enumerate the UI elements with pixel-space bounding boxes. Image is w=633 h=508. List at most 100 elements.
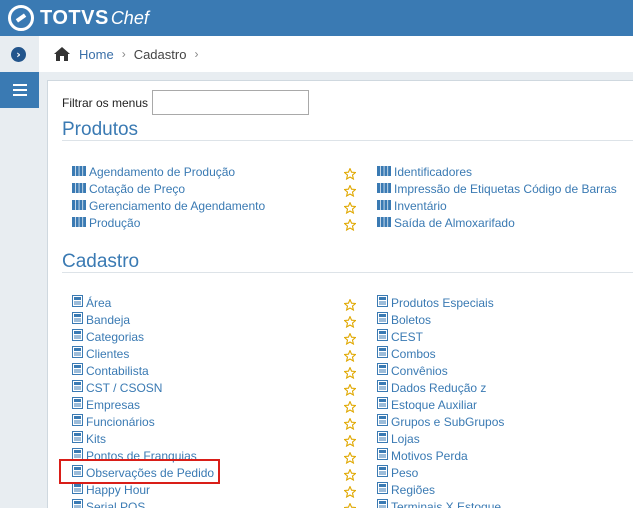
brand-bold: TOTVS xyxy=(40,6,109,29)
form-icon xyxy=(72,414,83,429)
menu-item-label: Produtos Especiais xyxy=(391,295,494,310)
favorite-star-icon[interactable] xyxy=(343,466,357,482)
menu-item-label: Contabilista xyxy=(86,363,149,378)
favorite-star-icon[interactable] xyxy=(343,347,357,363)
menu-item-cest[interactable]: CEST xyxy=(377,328,423,345)
menu-item-clientes[interactable]: Clientes xyxy=(72,345,129,362)
menu-item-label: Motivos Perda xyxy=(391,448,468,463)
menu-item-inventario[interactable]: Inventário xyxy=(377,197,447,214)
menu-item-gerenciamento-de-agendamento[interactable]: Gerenciamento de Agendamento xyxy=(72,197,265,214)
menu-item-label: Happy Hour xyxy=(86,482,151,497)
form-icon xyxy=(72,448,83,463)
hamburger-menu-button[interactable] xyxy=(0,72,39,108)
columns-icon xyxy=(377,182,391,196)
menu-item-label: Boletos xyxy=(391,312,432,327)
favorite-star-icon[interactable] xyxy=(343,449,357,465)
menu-item-pontos-de-franquias[interactable]: Pontos de Franquias xyxy=(72,447,197,464)
form-icon xyxy=(377,431,388,446)
filter-label: Filtrar os menus xyxy=(62,95,149,110)
menu-item-regioes[interactable]: Regiões xyxy=(377,481,435,498)
favorite-star-icon[interactable] xyxy=(343,398,357,414)
filter-row: Filtrar os menus xyxy=(62,90,310,115)
menu-item-funcionarios[interactable]: Funcionários xyxy=(72,413,155,430)
menu-item-terminais-x-estoque[interactable]: Terminais X Estoque xyxy=(377,498,501,508)
form-icon xyxy=(377,346,388,361)
menu-item-label: Impressão de Etiquetas Código de Barras xyxy=(394,181,617,196)
menu-item-label: Lojas xyxy=(391,431,420,446)
menu-item-label: Identificadores xyxy=(394,164,473,179)
menu-item-bandeja[interactable]: Bandeja xyxy=(72,311,130,328)
menu-item-label: Grupos e SubGrupos xyxy=(391,414,505,429)
menu-item-grupos-e-subgrupos[interactable]: Grupos e SubGrupos xyxy=(377,413,504,430)
menu-item-saida-de-almoxarifado[interactable]: Saída de Almoxarifado xyxy=(377,214,515,231)
menu-item-label: Clientes xyxy=(86,346,130,361)
breadcrumb-home-link[interactable]: Home xyxy=(79,47,114,62)
chevron-right-icon: › xyxy=(11,47,26,62)
menu-item-happy-hour[interactable]: Happy Hour xyxy=(72,481,150,498)
columns-icon xyxy=(377,165,391,179)
expand-sidebar-button[interactable]: › xyxy=(9,45,29,65)
menu-item-label: Estoque Auxiliar xyxy=(391,397,478,412)
menu-item-empresas[interactable]: Empresas xyxy=(72,396,140,413)
menu-item-agendamento-de-producao[interactable]: Agendamento de Produção xyxy=(72,163,235,180)
menu-item-peso[interactable]: Peso xyxy=(377,464,418,481)
top-bar: TOTVS Chef xyxy=(0,0,633,36)
form-icon xyxy=(72,380,83,395)
favorite-star-icon[interactable] xyxy=(343,182,357,198)
menu-item-area[interactable]: Área xyxy=(72,294,111,311)
form-icon xyxy=(377,414,388,429)
menu-item-cst-csosn[interactable]: CST / CSOSN xyxy=(72,379,162,396)
favorite-star-icon[interactable] xyxy=(343,432,357,448)
menu-item-label: CEST xyxy=(391,329,424,344)
menu-item-motivos-perda[interactable]: Motivos Perda xyxy=(377,447,468,464)
menu-item-produtos-especiais[interactable]: Produtos Especiais xyxy=(377,294,494,311)
menu-item-kits[interactable]: Kits xyxy=(72,430,106,447)
favorite-star-icon[interactable] xyxy=(343,165,357,181)
menu-item-label: Bandeja xyxy=(86,312,131,327)
menu-item-label: Gerenciamento de Agendamento xyxy=(89,198,266,213)
favorite-star-icon[interactable] xyxy=(343,381,357,397)
menu-item-combos[interactable]: Combos xyxy=(377,345,436,362)
menu-item-label: Produção xyxy=(89,215,141,230)
menu-item-cotacao-de-preco[interactable]: Cotação de Preço xyxy=(72,180,185,197)
left-strip: › xyxy=(0,36,39,508)
menu-item-serial-pos[interactable]: Serial POS xyxy=(72,498,145,508)
menu-item-label: Convênios xyxy=(391,363,448,378)
columns-icon xyxy=(377,199,391,213)
form-icon xyxy=(377,295,388,310)
favorite-star-icon[interactable] xyxy=(343,296,357,312)
menu-item-dados-reducao-z[interactable]: Dados Redução z xyxy=(377,379,486,396)
menu-item-label: Pontos de Franquias xyxy=(86,448,197,463)
menu-item-identificadores[interactable]: Identificadores xyxy=(377,163,472,180)
menu-item-label: Empresas xyxy=(86,397,141,412)
favorite-star-icon[interactable] xyxy=(343,330,357,346)
favorite-star-icon[interactable] xyxy=(343,500,357,508)
totvs-logo-icon xyxy=(8,5,34,31)
menu-item-boletos[interactable]: Boletos xyxy=(377,311,431,328)
home-icon[interactable] xyxy=(53,46,71,62)
favorite-star-icon[interactable] xyxy=(343,364,357,380)
form-icon xyxy=(377,499,388,508)
menu-item-convenios[interactable]: Convênios xyxy=(377,362,448,379)
hamburger-icon xyxy=(12,84,27,86)
filter-input[interactable] xyxy=(152,90,310,115)
favorite-star-icon[interactable] xyxy=(343,313,357,329)
menu-item-impressao-de-etiquetas-codigo-de-barras[interactable]: Impressão de Etiquetas Código de Barras xyxy=(377,180,617,197)
brand-logo: TOTVS Chef xyxy=(40,7,149,30)
menu-item-estoque-auxiliar[interactable]: Estoque Auxiliar xyxy=(377,396,477,413)
menu-item-label: Kits xyxy=(86,431,107,446)
menu-item-observacoes-de-pedido[interactable]: Observações de Pedido xyxy=(72,464,214,481)
favorite-star-icon[interactable] xyxy=(343,199,357,215)
columns-icon xyxy=(72,182,86,196)
menu-item-producao[interactable]: Produção xyxy=(72,214,140,231)
menu-panel: Filtrar os menus Produtos Agendamento de … xyxy=(47,80,633,508)
form-icon xyxy=(377,312,388,327)
menu-item-contabilista[interactable]: Contabilista xyxy=(72,362,149,379)
breadcrumb-current: Cadastro xyxy=(133,46,187,62)
favorite-star-icon[interactable] xyxy=(343,483,357,499)
form-icon xyxy=(72,312,83,327)
menu-item-categorias[interactable]: Categorias xyxy=(72,328,144,345)
menu-item-lojas[interactable]: Lojas xyxy=(377,430,420,447)
favorite-star-icon[interactable] xyxy=(343,415,357,431)
favorite-star-icon[interactable] xyxy=(343,216,357,232)
